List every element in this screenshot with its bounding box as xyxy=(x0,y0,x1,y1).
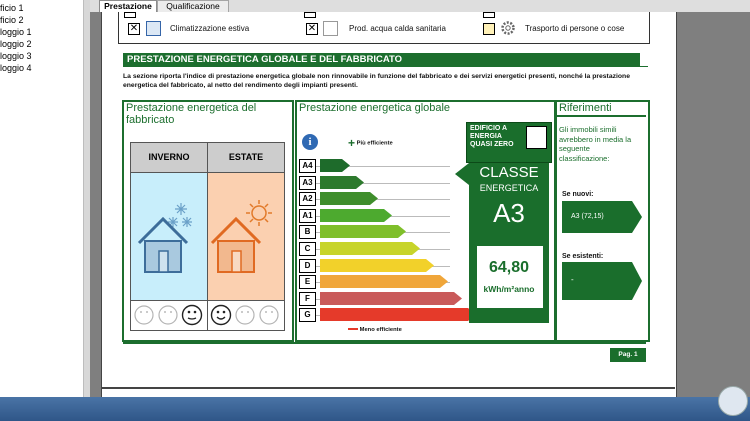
scale-bar xyxy=(320,209,392,222)
scale-class-label: C xyxy=(299,242,316,256)
status-bar xyxy=(0,397,750,421)
checkbox-climatizzazione[interactable]: ✕ xyxy=(128,23,140,35)
scale-class-label: A2 xyxy=(299,192,316,206)
nzeb-label: EDIFICIO A ENERGIA QUASI ZERO xyxy=(470,125,514,148)
scale-class-label: E xyxy=(299,275,316,289)
left-tree-panel: ficio 1 ficio 2 loggio 1 loggio 2 loggio… xyxy=(0,0,84,397)
info-icon[interactable]: i xyxy=(302,134,318,150)
checkbox[interactable] xyxy=(124,12,136,18)
scale-bar xyxy=(320,275,448,288)
panel-title: Prestazione energetica del fabbricato xyxy=(126,102,257,126)
checkbox[interactable] xyxy=(483,12,495,18)
scale-bar xyxy=(320,242,420,255)
scale-bar xyxy=(320,259,434,272)
summer-house-icon xyxy=(208,195,280,280)
legend-top-label: Più efficiente xyxy=(356,140,393,147)
classe-label: CLASSE xyxy=(479,164,539,181)
scale-class-label: A1 xyxy=(299,209,316,223)
legend-top: + Più efficiente xyxy=(348,136,393,150)
service-label: Climatizzazione estiva xyxy=(170,24,250,33)
app-logo-icon xyxy=(718,386,748,416)
scale-class-label: A4 xyxy=(299,159,316,173)
tree-item[interactable]: ficio 1 xyxy=(0,3,24,14)
scale-bar xyxy=(320,159,350,172)
esistenti-arrow xyxy=(562,262,642,300)
tree-item[interactable]: loggio 4 xyxy=(0,63,32,74)
scale-bar xyxy=(320,192,378,205)
tree-item[interactable]: ficio 2 xyxy=(0,15,24,26)
minus-icon xyxy=(348,328,358,331)
scale-bar xyxy=(320,292,462,305)
legend-bottom-label: Meno efficiente xyxy=(359,327,402,333)
class-pointer-arrow xyxy=(455,163,469,185)
section-title: PRESTAZIONE ENERGETICA GLOBALE E DEL FAB… xyxy=(123,53,640,66)
riferimenti-text: Gli immobili simili avrebbero in media l… xyxy=(559,125,632,163)
tab-qualificazione[interactable]: Qualificazione xyxy=(157,0,229,12)
air-conditioning-icon xyxy=(146,21,161,36)
scale-class-label: A3 xyxy=(299,176,316,190)
tree-item[interactable]: loggio 1 xyxy=(0,27,32,38)
tab-prestazione[interactable]: Prestazione xyxy=(99,0,157,12)
scale-bar xyxy=(320,225,406,238)
nuovi-label: Se nuovi: xyxy=(562,191,594,198)
esistenti-value: - xyxy=(571,275,574,284)
panel-title: Riferimenti xyxy=(559,102,612,114)
page-edge xyxy=(101,387,675,389)
rating-smileys xyxy=(133,303,281,327)
energy-value-box xyxy=(476,245,544,309)
checkbox-acqua-calda[interactable]: ✕ xyxy=(306,23,318,35)
footer-divider xyxy=(123,342,646,344)
divider xyxy=(123,66,648,67)
energy-value: 64,80 xyxy=(488,259,530,276)
winter-header: INVERNO xyxy=(131,143,208,173)
scale-class-label: D xyxy=(299,259,316,273)
tree-item[interactable]: loggio 2 xyxy=(0,39,32,50)
legend-bottom: Meno efficiente xyxy=(348,327,402,333)
energetica-label: ENERGETICA xyxy=(479,183,539,193)
logo-text: www xyxy=(728,403,745,410)
section-description: La sezione riporta l'indice di prestazio… xyxy=(123,73,630,89)
panel-title: Prestazione energetica globale xyxy=(299,102,451,114)
checkbox-trasporto[interactable] xyxy=(483,23,495,35)
scale-bar xyxy=(320,176,364,189)
summer-header: ESTATE xyxy=(208,143,284,173)
scale-class-label: B xyxy=(299,225,316,239)
faucet-icon xyxy=(323,21,338,36)
service-label: Trasporto di persone o cose xyxy=(525,24,625,33)
energy-unit: kWh/m²anno xyxy=(483,284,535,294)
classe-value: A3 xyxy=(493,198,525,228)
scale-bar xyxy=(320,308,476,321)
service-label: Prod. acqua calda sanitaria xyxy=(349,24,446,33)
gear-icon xyxy=(500,20,516,36)
checkbox[interactable] xyxy=(304,12,316,18)
scale-class-label: G xyxy=(299,308,316,322)
page-number: Pag. 1 xyxy=(610,348,646,362)
divider xyxy=(557,115,646,117)
winter-house-icon xyxy=(133,195,205,280)
scale-class-label: F xyxy=(299,292,316,306)
nzeb-checkbox[interactable] xyxy=(526,126,547,149)
esistenti-label: Se esistenti: xyxy=(562,253,604,260)
nuovi-value: A3 (72,15) xyxy=(571,213,604,220)
plus-icon: + xyxy=(348,136,356,150)
tree-item[interactable]: loggio 3 xyxy=(0,51,32,62)
